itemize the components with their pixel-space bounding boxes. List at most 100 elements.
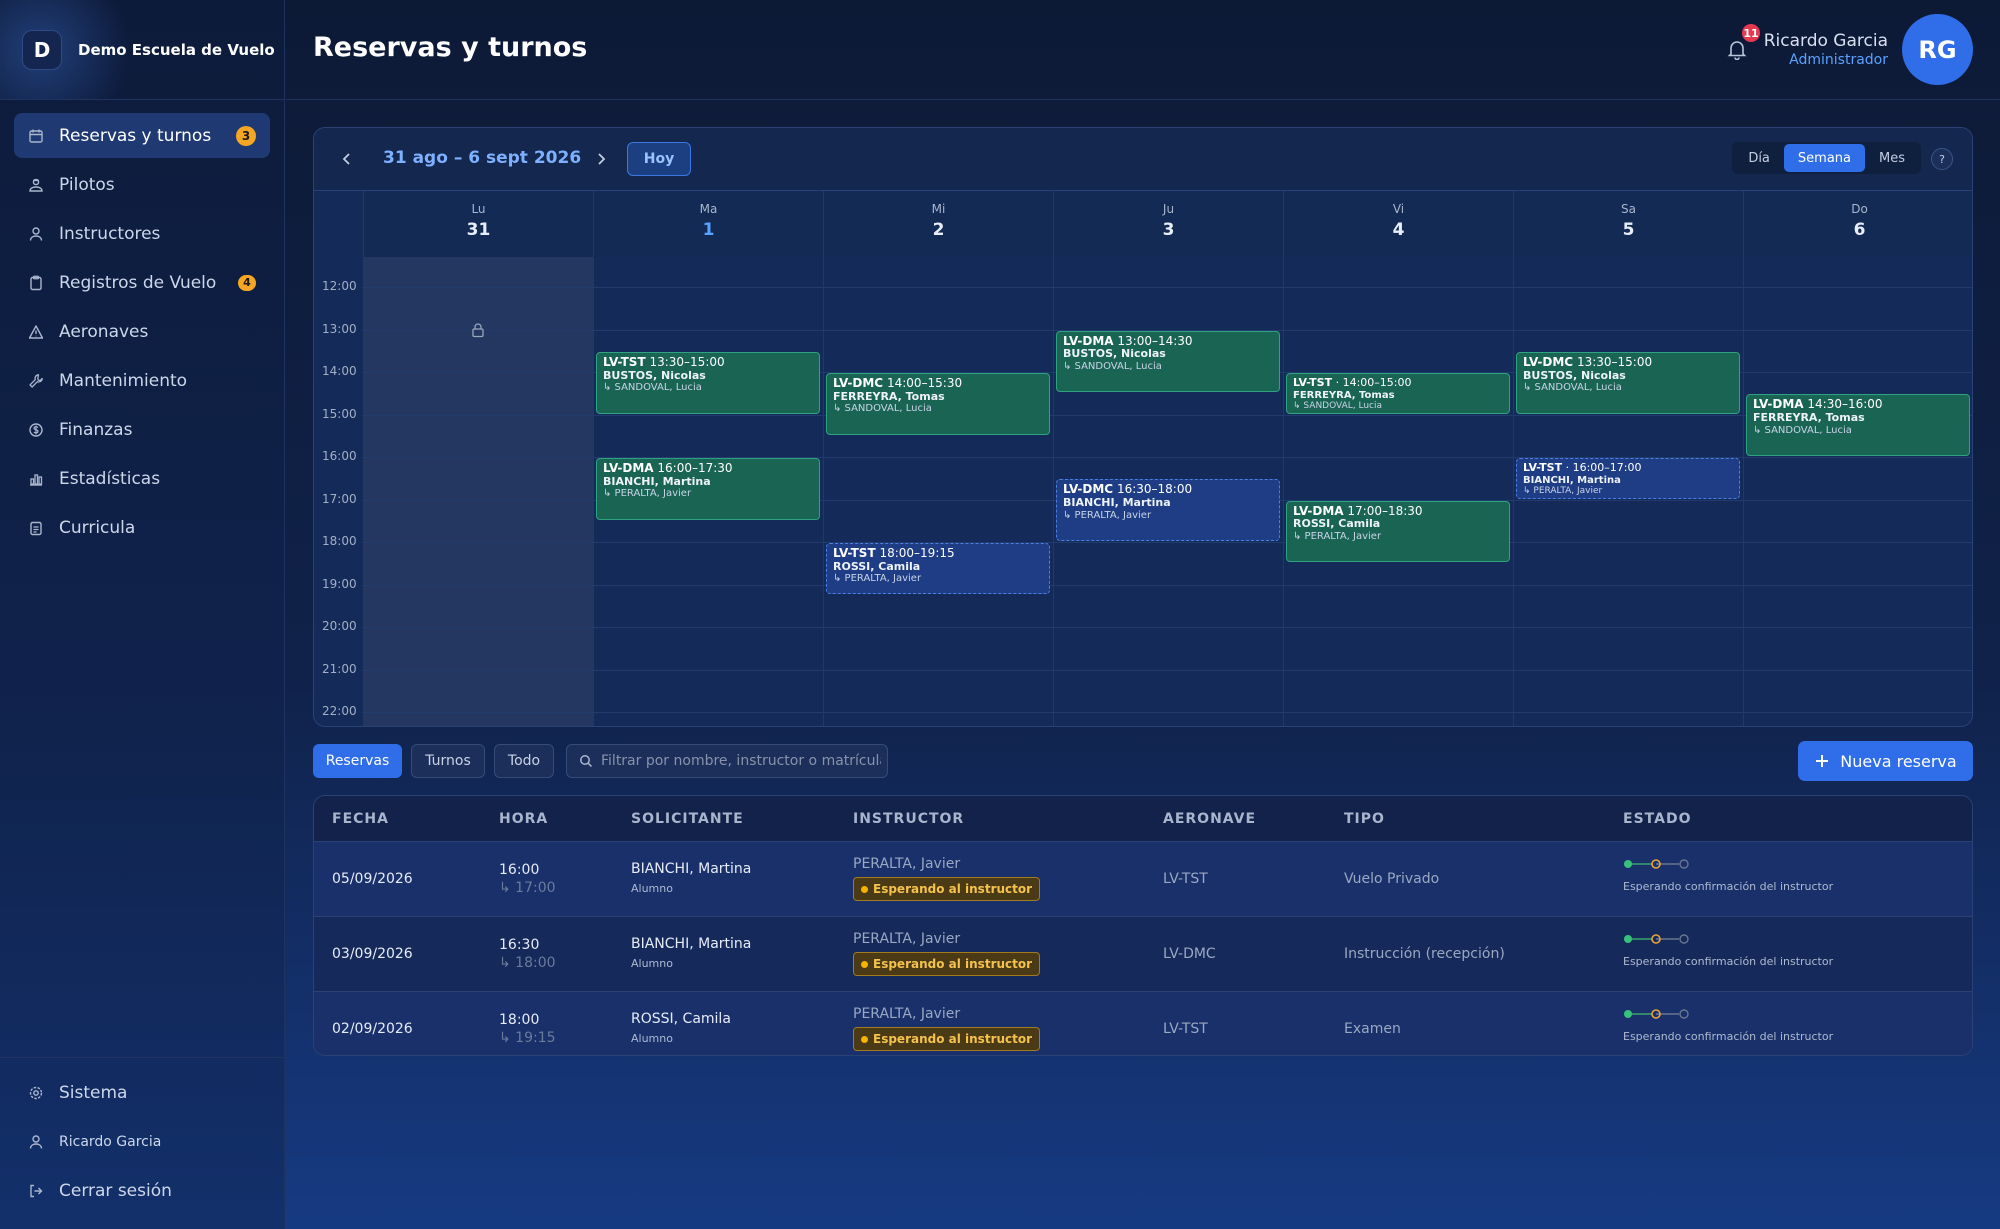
new-reservation-button[interactable]: Nueva reserva bbox=[1798, 741, 1973, 781]
filter-tab-reservas[interactable]: Reservas bbox=[313, 744, 402, 778]
sidebar-item-instructores[interactable]: Instructores bbox=[14, 211, 270, 256]
event-aircraft: LV-TST bbox=[1293, 376, 1333, 389]
cell-type: Instrucción (recepción) bbox=[1344, 946, 1505, 962]
cell-aircraft: LV-DMC bbox=[1163, 946, 1216, 962]
table-row[interactable]: 05/09/2026 16:00 ↳ 17:00 BIANCHI, Martina Al… bbox=[314, 842, 1972, 917]
column-header[interactable]: SOLICITANTE bbox=[631, 811, 744, 827]
column-header[interactable]: ESTADO bbox=[1623, 811, 1691, 827]
help-button[interactable]: ? bbox=[1931, 148, 1953, 170]
view-button[interactable]: Mes bbox=[1865, 144, 1919, 172]
day-number: 6 bbox=[1853, 220, 1866, 240]
status-dot-icon bbox=[861, 885, 868, 893]
sidebar-nav: Reservas y turnos 3 Pilotos Instructores Reg… bbox=[0, 100, 284, 567]
event-instructor: ↳ PERALTA, Javier bbox=[1063, 509, 1152, 521]
booking-event[interactable]: LV-DMC 16:30–18:00 BIANCHI, Martina ↳ PERA… bbox=[1056, 479, 1280, 541]
sidebar-item-finanzas[interactable]: Finanzas bbox=[14, 407, 270, 452]
booking-event[interactable]: LV-DMA 13:00–14:30 BUSTOS, Nicolas ↳ SANDO… bbox=[1056, 330, 1280, 393]
view-button[interactable]: Semana bbox=[1783, 144, 1865, 172]
day-divider bbox=[593, 257, 594, 726]
event-pilot: BUSTOS, Nicolas bbox=[603, 368, 706, 382]
day-header[interactable]: Do 6 bbox=[1743, 191, 1972, 257]
new-reservation-label: Nueva reserva bbox=[1840, 751, 1957, 771]
clipboard-icon bbox=[30, 275, 42, 290]
event-pilot: BUSTOS, Nicolas bbox=[1523, 368, 1626, 382]
brand-logo[interactable]: D bbox=[22, 29, 62, 70]
table-header: FECHA HORA SOLICITANTE INSTRUCTOR AERONAVE TI… bbox=[314, 796, 1972, 842]
day-divider bbox=[1513, 257, 1514, 726]
booking-event[interactable]: LV-TST 18:00–19:15 ROSSI, Camila ↳ PERALTA… bbox=[826, 543, 1050, 595]
event-title: LV-DMC 13:30–15:00 bbox=[1523, 354, 1733, 370]
sidebar-item-mantenimiento[interactable]: Mantenimiento bbox=[14, 358, 270, 403]
search-field[interactable] bbox=[566, 744, 888, 778]
header-user-name[interactable]: Ricardo Garcia bbox=[1764, 31, 1888, 51]
event-aircraft: LV-TST bbox=[1523, 461, 1563, 474]
booking-event[interactable]: LV-DMA 16:00–17:30 BIANCHI, Martina ↳ PERA… bbox=[596, 458, 820, 520]
day-divider bbox=[363, 257, 364, 726]
sidebar-user-name: Ricardo Garcia bbox=[59, 1133, 162, 1150]
event-time: 17:00–18:30 bbox=[1347, 503, 1423, 518]
sidebar-item-label: Aeronaves bbox=[59, 321, 149, 342]
table-row[interactable]: 02/09/2026 18:00 ↳ 19:15 ROSSI, Camila Alumn… bbox=[314, 992, 1972, 1055]
cell-start-time: 16:30 bbox=[499, 937, 540, 953]
sidebar-item-registros-de-vuelo[interactable]: Registros de Vuelo 4 bbox=[14, 260, 270, 305]
filter-tab-todo[interactable]: Todo bbox=[494, 744, 554, 778]
column-header[interactable]: FECHA bbox=[332, 811, 389, 827]
booking-event[interactable]: LV-DMC 14:00–15:30 FERREYRA, Tomas ↳ SANDO… bbox=[826, 373, 1050, 435]
day-abbr: Ju bbox=[1162, 202, 1175, 216]
hour-label: 17:00 bbox=[322, 491, 357, 506]
event-time: 13:30–15:00 bbox=[1576, 354, 1653, 369]
day-header[interactable]: Ma 1 bbox=[593, 191, 823, 257]
sidebar-item-aeronaves[interactable]: Aeronaves bbox=[14, 309, 270, 354]
bell-icon[interactable] bbox=[1726, 38, 1748, 60]
day-abbr: Vi bbox=[1392, 202, 1405, 216]
day-header[interactable]: Vi 4 bbox=[1283, 191, 1513, 257]
booking-event[interactable]: LV-DMA 14:30–16:00 FERREYRA, Tomas ↳ SANDO… bbox=[1746, 394, 1970, 456]
status-badge-label: Esperando al instructor bbox=[873, 957, 1033, 971]
sidebar-item-estad-sticas[interactable]: Estadísticas bbox=[14, 456, 270, 501]
booking-event[interactable]: LV-TST · 16:00–17:00 BIANCHI, Martina ↳ PE… bbox=[1516, 458, 1740, 499]
column-header[interactable]: HORA bbox=[499, 811, 548, 827]
sidebar-item-reservas-y-turnos[interactable]: Reservas y turnos 3 bbox=[14, 113, 270, 158]
sidebar-item-sistema[interactable]: Sistema bbox=[14, 1070, 271, 1115]
day-header[interactable]: Ju 3 bbox=[1053, 191, 1283, 257]
day-abbr: Lu bbox=[471, 202, 486, 216]
search-input[interactable] bbox=[601, 753, 881, 769]
hour-label: 20:00 bbox=[322, 619, 357, 633]
column-header[interactable]: INSTRUCTOR bbox=[853, 811, 964, 827]
chevron-left-icon[interactable] bbox=[338, 150, 356, 168]
sidebar-item-user[interactable]: Ricardo Garcia bbox=[14, 1119, 271, 1164]
booking-event[interactable]: LV-DMC 13:30–15:00 BUSTOS, Nicolas ↳ SANDO… bbox=[1516, 351, 1740, 414]
hour-label: 19:00 bbox=[322, 576, 357, 591]
avatar[interactable]: RG bbox=[1902, 14, 1973, 85]
event-instructor: ↳ PERALTA, Javier bbox=[1523, 486, 1603, 497]
day-header[interactable]: Lu 31 bbox=[363, 191, 593, 257]
week-calendar: 31 ago – 6 sept 2026 Hoy Día Semana Mes ? … bbox=[313, 127, 1973, 727]
status-dot-icon bbox=[861, 1035, 868, 1043]
filter-tab-turnos[interactable]: Turnos bbox=[411, 744, 485, 778]
column-header[interactable]: AERONAVE bbox=[1163, 811, 1256, 827]
day-header[interactable]: Sa 5 bbox=[1513, 191, 1743, 257]
column-header[interactable]: TIPO bbox=[1344, 811, 1385, 827]
chevron-right-icon[interactable] bbox=[592, 150, 610, 168]
cell-requester: BIANCHI, Martina bbox=[631, 861, 752, 877]
day-number: 4 bbox=[1392, 220, 1405, 240]
nav-count-badge: 4 bbox=[238, 274, 256, 291]
view-button[interactable]: Día bbox=[1734, 144, 1784, 172]
sidebar-item-logout[interactable]: Cerrar sesión bbox=[14, 1168, 271, 1213]
table-row[interactable]: 03/09/2026 16:30 ↳ 18:00 BIANCHI, Martina Al… bbox=[314, 917, 1972, 992]
booking-event[interactable]: LV-DMA 17:00–18:30 ROSSI, Camila ↳ PERALTA… bbox=[1286, 500, 1510, 563]
day-divider bbox=[823, 257, 824, 726]
today-button[interactable]: Hoy bbox=[627, 142, 691, 176]
booking-event[interactable]: LV-TST · 14:00–15:00 FERREYRA, Tomas ↳ SAN… bbox=[1286, 373, 1510, 414]
event-time: 18:00–19:15 bbox=[879, 546, 955, 560]
nav-count-badge: 3 bbox=[236, 125, 256, 146]
event-pilot: FERREYRA, Tomas bbox=[1753, 411, 1865, 425]
sidebar-item-label: Pilotos bbox=[59, 174, 115, 195]
day-header[interactable]: Mi 2 bbox=[823, 191, 1053, 257]
event-aircraft: LV-DMA bbox=[603, 461, 654, 475]
event-title: LV-DMA 13:00–14:30 bbox=[1063, 334, 1273, 349]
sidebar-item-curricula[interactable]: Curricula bbox=[14, 505, 270, 550]
booking-event[interactable]: LV-TST 13:30–15:00 BUSTOS, Nicolas ↳ SANDO… bbox=[596, 351, 820, 414]
date-range-label: 31 ago – 6 sept 2026 bbox=[383, 148, 582, 168]
sidebar-item-pilotos[interactable]: Pilotos bbox=[14, 162, 270, 207]
